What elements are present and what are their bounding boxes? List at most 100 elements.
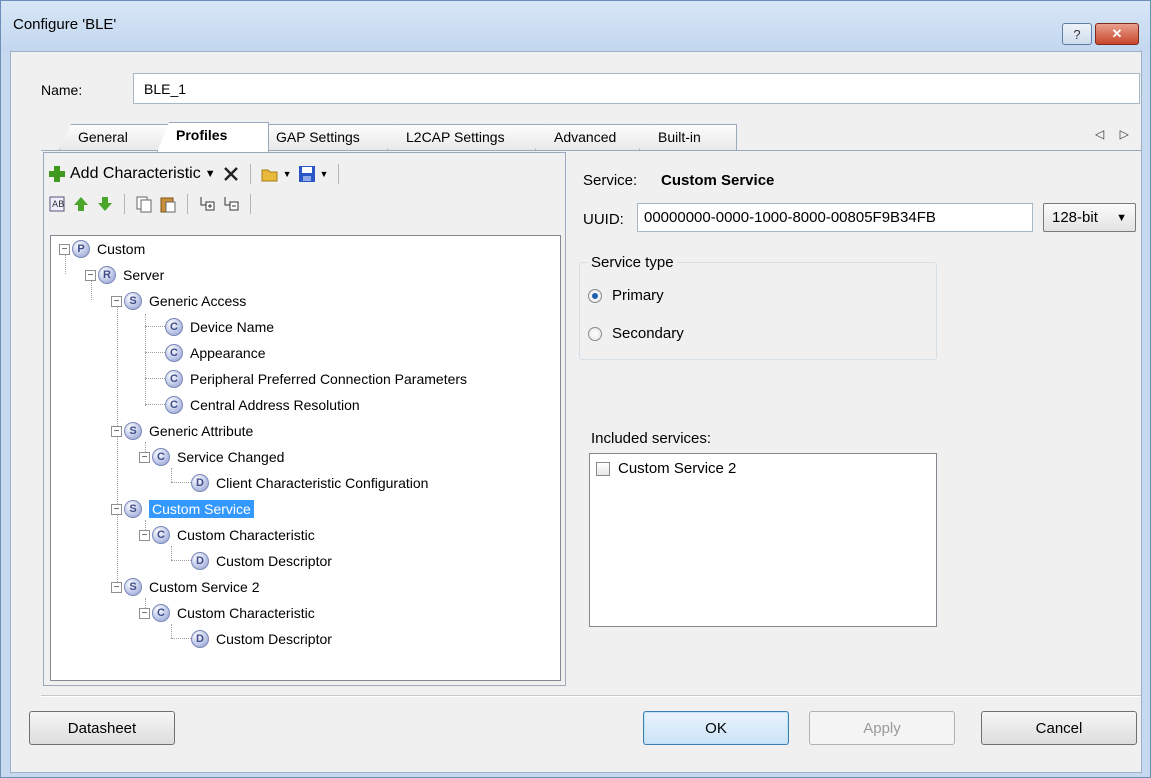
- tree-node-characteristic[interactable]: C Device Name: [165, 316, 274, 338]
- move-up-icon[interactable]: [72, 195, 90, 213]
- open-button[interactable]: ▼: [261, 165, 292, 183]
- tree-connector: [145, 326, 165, 327]
- primary-radio[interactable]: Primary: [588, 287, 664, 304]
- tree-node-label: Custom Service 2: [149, 579, 260, 595]
- tree-connector: [145, 378, 165, 379]
- tree-node-characteristic[interactable]: C Central Address Resolution: [165, 394, 360, 416]
- tree-node-label: Generic Attribute: [149, 423, 254, 439]
- save-dropdown-icon[interactable]: ▼: [320, 169, 329, 179]
- apply-button[interactable]: Apply: [809, 711, 955, 745]
- collapse-toggle-icon[interactable]: −: [139, 529, 150, 541]
- included-service-item[interactable]: Custom Service 2: [596, 460, 736, 477]
- tree-connector: [145, 314, 146, 406]
- open-dropdown-icon[interactable]: ▼: [283, 169, 292, 179]
- datasheet-button[interactable]: Datasheet: [29, 711, 175, 745]
- name-field[interactable]: [133, 73, 1140, 104]
- delete-button[interactable]: [222, 165, 240, 183]
- tree-node-profile[interactable]: − P Custom: [59, 238, 145, 260]
- footer-divider: [41, 695, 1141, 697]
- service-name: Custom Service: [661, 172, 775, 189]
- radio-unchecked-icon: [588, 326, 602, 341]
- sort-icon[interactable]: AB: [48, 195, 66, 213]
- tree-node-characteristic[interactable]: C Appearance: [165, 342, 266, 364]
- tab-profiles[interactable]: Profiles: [157, 122, 269, 152]
- open-folder-icon: [261, 169, 278, 182]
- add-characteristic-button[interactable]: Add Characteristic ▼: [48, 165, 216, 183]
- tab-l2cap-settings[interactable]: L2CAP Settings: [387, 124, 547, 150]
- included-service-label: Custom Service 2: [618, 460, 737, 477]
- collapse-all-icon[interactable]: [222, 195, 240, 213]
- add-icon: [49, 166, 65, 182]
- title-bar[interactable]: Configure 'BLE' ? ✕: [1, 1, 1150, 51]
- profile-tree[interactable]: − P Custom − R Server − S Generic Access…: [50, 235, 561, 681]
- tree-node-characteristic[interactable]: − C Custom Characteristic: [139, 602, 315, 624]
- collapse-toggle-icon[interactable]: −: [85, 269, 96, 281]
- copy-icon[interactable]: [135, 195, 153, 213]
- uuid-size-value: 128-bit: [1052, 209, 1098, 226]
- tree-node-label: Client Characteristic Configuration: [216, 475, 429, 491]
- collapse-toggle-icon[interactable]: −: [59, 243, 70, 255]
- ok-button[interactable]: OK: [643, 711, 789, 745]
- included-services-label: Included services:: [591, 430, 712, 447]
- collapse-toggle-icon[interactable]: −: [111, 503, 122, 515]
- cancel-button[interactable]: Cancel: [981, 711, 1137, 745]
- tree-node-server[interactable]: − R Server: [85, 264, 164, 286]
- included-service-checkbox[interactable]: [596, 461, 610, 476]
- tree-connector: [145, 404, 165, 405]
- tree-node-descriptor[interactable]: D Custom Descriptor: [191, 550, 332, 572]
- characteristic-badge-icon: C: [165, 344, 183, 362]
- tree-node-label: Device Name: [190, 319, 275, 335]
- tree-node-characteristic[interactable]: C Peripheral Preferred Connection Parame…: [165, 368, 467, 390]
- close-button[interactable]: ✕: [1095, 23, 1139, 45]
- tree-node-characteristic[interactable]: − C Custom Characteristic: [139, 524, 315, 546]
- tree-node-label: Custom Descriptor: [216, 631, 332, 647]
- characteristic-badge-icon: C: [165, 370, 183, 388]
- tree-node-label: Custom Descriptor: [216, 553, 332, 569]
- tree-node-descriptor[interactable]: D Client Characteristic Configuration: [191, 472, 428, 494]
- service-badge-icon: S: [124, 292, 142, 310]
- characteristic-badge-icon: C: [165, 396, 183, 414]
- collapse-toggle-icon[interactable]: −: [139, 451, 150, 463]
- tree-node-service[interactable]: − S Generic Access: [111, 290, 246, 312]
- tab-built-in[interactable]: Built-in: [639, 124, 737, 150]
- tab-advanced[interactable]: Advanced: [535, 124, 651, 150]
- descriptor-badge-icon: D: [191, 552, 209, 570]
- descriptor-badge-icon: D: [191, 630, 209, 648]
- tab-scroll-arrows-icon[interactable]: ◁ ▷: [1095, 127, 1135, 141]
- collapse-toggle-icon[interactable]: −: [111, 581, 122, 593]
- tree-node-label: Peripheral Preferred Connection Paramete…: [190, 371, 468, 387]
- tree-node-characteristic[interactable]: − C Service Changed: [139, 446, 284, 468]
- tree-node-label: Central Address Resolution: [190, 397, 360, 413]
- dropdown-arrow-icon[interactable]: ▼: [205, 168, 216, 180]
- toolbar-separator: [187, 194, 188, 214]
- collapse-toggle-icon[interactable]: −: [139, 607, 150, 619]
- uuid-size-select[interactable]: 128-bit ▼: [1043, 203, 1136, 232]
- tree-node-service-selected[interactable]: − S Custom Service: [111, 498, 254, 520]
- move-down-icon[interactable]: [96, 195, 114, 213]
- collapse-toggle-icon[interactable]: −: [111, 425, 122, 437]
- tab-general[interactable]: General: [59, 124, 169, 150]
- tree-node-service[interactable]: − S Generic Attribute: [111, 420, 253, 442]
- delete-icon: [223, 167, 238, 181]
- save-button[interactable]: ▼: [298, 165, 329, 183]
- tree-node-descriptor[interactable]: D Custom Descriptor: [191, 628, 332, 650]
- radio-checked-icon: [588, 288, 602, 303]
- service-badge-icon: S: [124, 500, 142, 518]
- help-button[interactable]: ?: [1062, 23, 1092, 45]
- tree-node-label: Generic Access: [149, 293, 247, 309]
- primary-label: Primary: [612, 287, 664, 304]
- tree-connector: [171, 624, 172, 638]
- tree-node-label: Server: [123, 267, 165, 283]
- service-type-legend: Service type: [588, 254, 677, 271]
- uuid-field[interactable]: [637, 203, 1033, 232]
- collapse-toggle-icon[interactable]: −: [111, 295, 122, 307]
- svg-text:AB: AB: [52, 200, 64, 210]
- characteristic-badge-icon: C: [165, 318, 183, 336]
- secondary-radio[interactable]: Secondary: [588, 325, 684, 342]
- included-services-list[interactable]: Custom Service 2: [589, 453, 937, 627]
- profile-badge-icon: P: [72, 240, 90, 258]
- expand-all-icon[interactable]: [198, 195, 216, 213]
- tree-node-service[interactable]: − S Custom Service 2: [111, 576, 259, 598]
- tab-gap-settings[interactable]: GAP Settings: [257, 124, 399, 150]
- paste-icon[interactable]: [159, 195, 177, 213]
